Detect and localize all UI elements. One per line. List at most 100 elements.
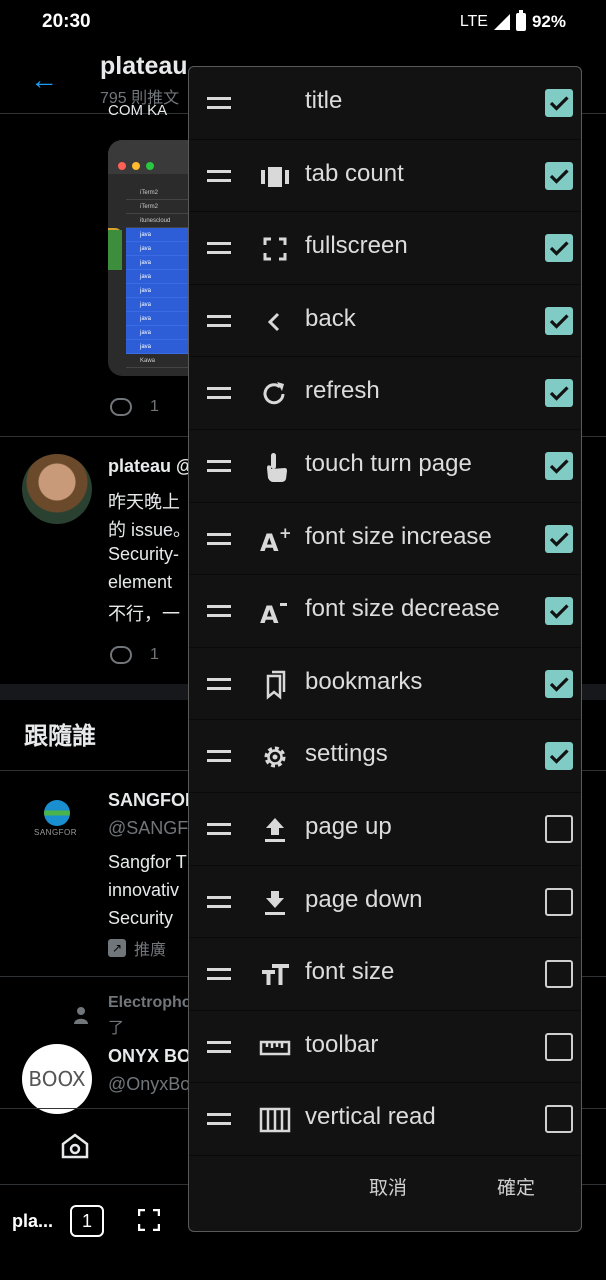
promoted-label: ↗ 推廣	[108, 936, 166, 960]
account-name[interactable]: ONYX BO	[108, 1046, 191, 1067]
toolbar-item-checkbox[interactable]	[545, 1105, 573, 1134]
toolbar-item-label: refresh	[305, 377, 380, 405]
reply-count: 1	[150, 398, 159, 415]
page-down-icon	[259, 888, 291, 918]
account-handle: @SANGF	[108, 818, 189, 838]
maximize-dot-icon	[146, 162, 154, 170]
dialog-actions: 取消 確定	[189, 1155, 581, 1231]
toolbar-item-label: back	[305, 304, 356, 332]
toolbar-item-checkbox[interactable]	[545, 524, 573, 553]
account-handle: @OnyxBo	[108, 1074, 191, 1094]
chevron-left-icon	[259, 307, 291, 337]
battery-icon	[515, 10, 526, 31]
followed-by-text: Electropho	[108, 994, 192, 1011]
fullscreen-icon[interactable]	[138, 1209, 160, 1231]
drag-handle-icon[interactable]	[207, 97, 231, 109]
svg-text:+: +	[279, 525, 291, 542]
confirm-button[interactable]: 確定	[497, 1173, 535, 1200]
toolbar-item-label: toolbar	[305, 1030, 379, 1058]
toolbar-item-row[interactable]: font size	[189, 938, 581, 1011]
drag-handle-icon[interactable]	[207, 459, 231, 472]
toolbar-item-row[interactable]: title	[189, 67, 581, 140]
drag-handle-icon[interactable]	[207, 822, 231, 835]
drag-handle-icon[interactable]	[207, 314, 231, 327]
toolbar-item-checkbox[interactable]	[545, 89, 573, 117]
toolbar-item-checkbox[interactable]	[545, 814, 573, 843]
cancel-button[interactable]: 取消	[369, 1173, 407, 1200]
toolbar-item-checkbox[interactable]	[545, 597, 573, 626]
drag-handle-icon[interactable]	[207, 895, 231, 908]
tweet-author[interactable]: plateau @	[108, 456, 194, 477]
status-bar: 20:30 LTE 92%	[0, 0, 606, 44]
toolbar-item-row[interactable]: A + font size increase	[189, 503, 581, 576]
drag-handle-icon[interactable]	[207, 387, 231, 400]
back-arrow-icon[interactable]: ←	[30, 64, 58, 96]
toolbar-item-row[interactable]: toolbar	[189, 1011, 581, 1084]
toolbar-item-list: title tab count fullscreen back refresh touch…	[189, 67, 581, 1156]
touch-icon	[259, 452, 291, 482]
toolbar-item-checkbox[interactable]	[545, 161, 573, 190]
toolbar-item-row[interactable]: tab count	[189, 140, 581, 213]
avatar[interactable]	[22, 454, 92, 524]
toolbar-item-row[interactable]: fullscreen	[189, 212, 581, 285]
drag-handle-icon[interactable]	[207, 605, 231, 618]
toolbar-item-row[interactable]: page down	[189, 866, 581, 939]
tweet-line: 的 issue。	[108, 520, 192, 540]
drag-handle-icon[interactable]	[207, 169, 231, 182]
drag-handle-icon[interactable]	[207, 1113, 231, 1126]
toolbar-item-checkbox[interactable]	[545, 379, 573, 408]
drag-handle-icon[interactable]	[207, 532, 231, 545]
toolbar-item-label: title	[305, 87, 343, 114]
toolbar-item-label: settings	[305, 740, 388, 768]
drag-handle-icon[interactable]	[207, 1040, 231, 1053]
toolbar-item-checkbox[interactable]	[545, 742, 573, 771]
person-icon	[74, 1007, 88, 1024]
avatar[interactable]: BOOX	[22, 1044, 92, 1114]
toolbar-item-checkbox[interactable]	[545, 669, 573, 698]
drag-handle-icon[interactable]	[207, 750, 231, 763]
account-name[interactable]: SANGFOR	[108, 790, 198, 811]
toolbar-item-row[interactable]: refresh	[189, 357, 581, 430]
toolbar-item-row[interactable]: Afont size decrease	[189, 575, 581, 648]
tweet-text-fragment: COM KA	[108, 102, 168, 119]
reply-icon[interactable]	[110, 398, 132, 416]
reply-icon[interactable]	[110, 646, 132, 664]
promoted-icon: ↗	[108, 939, 126, 957]
bookmarks-icon	[259, 670, 291, 700]
toolbar-item-checkbox[interactable]	[545, 887, 573, 916]
toolbar-item-label: vertical read	[305, 1103, 436, 1131]
drag-handle-icon[interactable]	[207, 242, 231, 255]
toolbar-item-row[interactable]: touch turn page	[189, 430, 581, 503]
page-up-icon	[259, 815, 291, 845]
refresh-icon	[259, 379, 291, 409]
toolbar-item-checkbox[interactable]	[545, 451, 573, 480]
minimize-dot-icon	[132, 162, 140, 170]
status-time: 20:30	[42, 11, 91, 32]
toolbar-item-label: font size increase	[305, 522, 492, 550]
toolbar-item-row[interactable]: vertical read	[189, 1083, 581, 1156]
tab-count-button[interactable]: 1	[70, 1205, 104, 1237]
toolbar-item-checkbox[interactable]	[545, 234, 573, 263]
ruler-icon	[259, 1033, 291, 1063]
font-size-icon	[259, 960, 291, 990]
account-bio-line: Sangfor T	[108, 852, 187, 872]
toolbar-item-checkbox[interactable]	[545, 960, 573, 989]
home-icon[interactable]	[60, 1133, 90, 1159]
reader-page-title[interactable]: pla...	[12, 1211, 53, 1232]
toolbar-item-row[interactable]: back	[189, 285, 581, 358]
drag-handle-icon[interactable]	[207, 968, 231, 981]
toolbar-item-row[interactable]: bookmarks	[189, 648, 581, 721]
toolbar-item-row[interactable]: page up	[189, 793, 581, 866]
toolbar-item-label: page up	[305, 812, 392, 840]
account-bio-line: innovativ	[108, 880, 180, 900]
sangfor-logo[interactable]: SANGFOR	[34, 800, 80, 840]
reply-count: 1	[150, 646, 159, 663]
toolbar-item-checkbox[interactable]	[545, 1032, 573, 1061]
drag-handle-icon[interactable]	[207, 677, 231, 690]
toolbar-item-row[interactable]: settings	[189, 720, 581, 793]
toolbar-item-label: font size decrease	[305, 595, 500, 623]
status-indicators: LTE 92%	[459, 10, 566, 32]
network-type: LTE	[459, 13, 488, 30]
toolbar-item-checkbox[interactable]	[545, 306, 573, 335]
gear-icon	[259, 742, 291, 772]
